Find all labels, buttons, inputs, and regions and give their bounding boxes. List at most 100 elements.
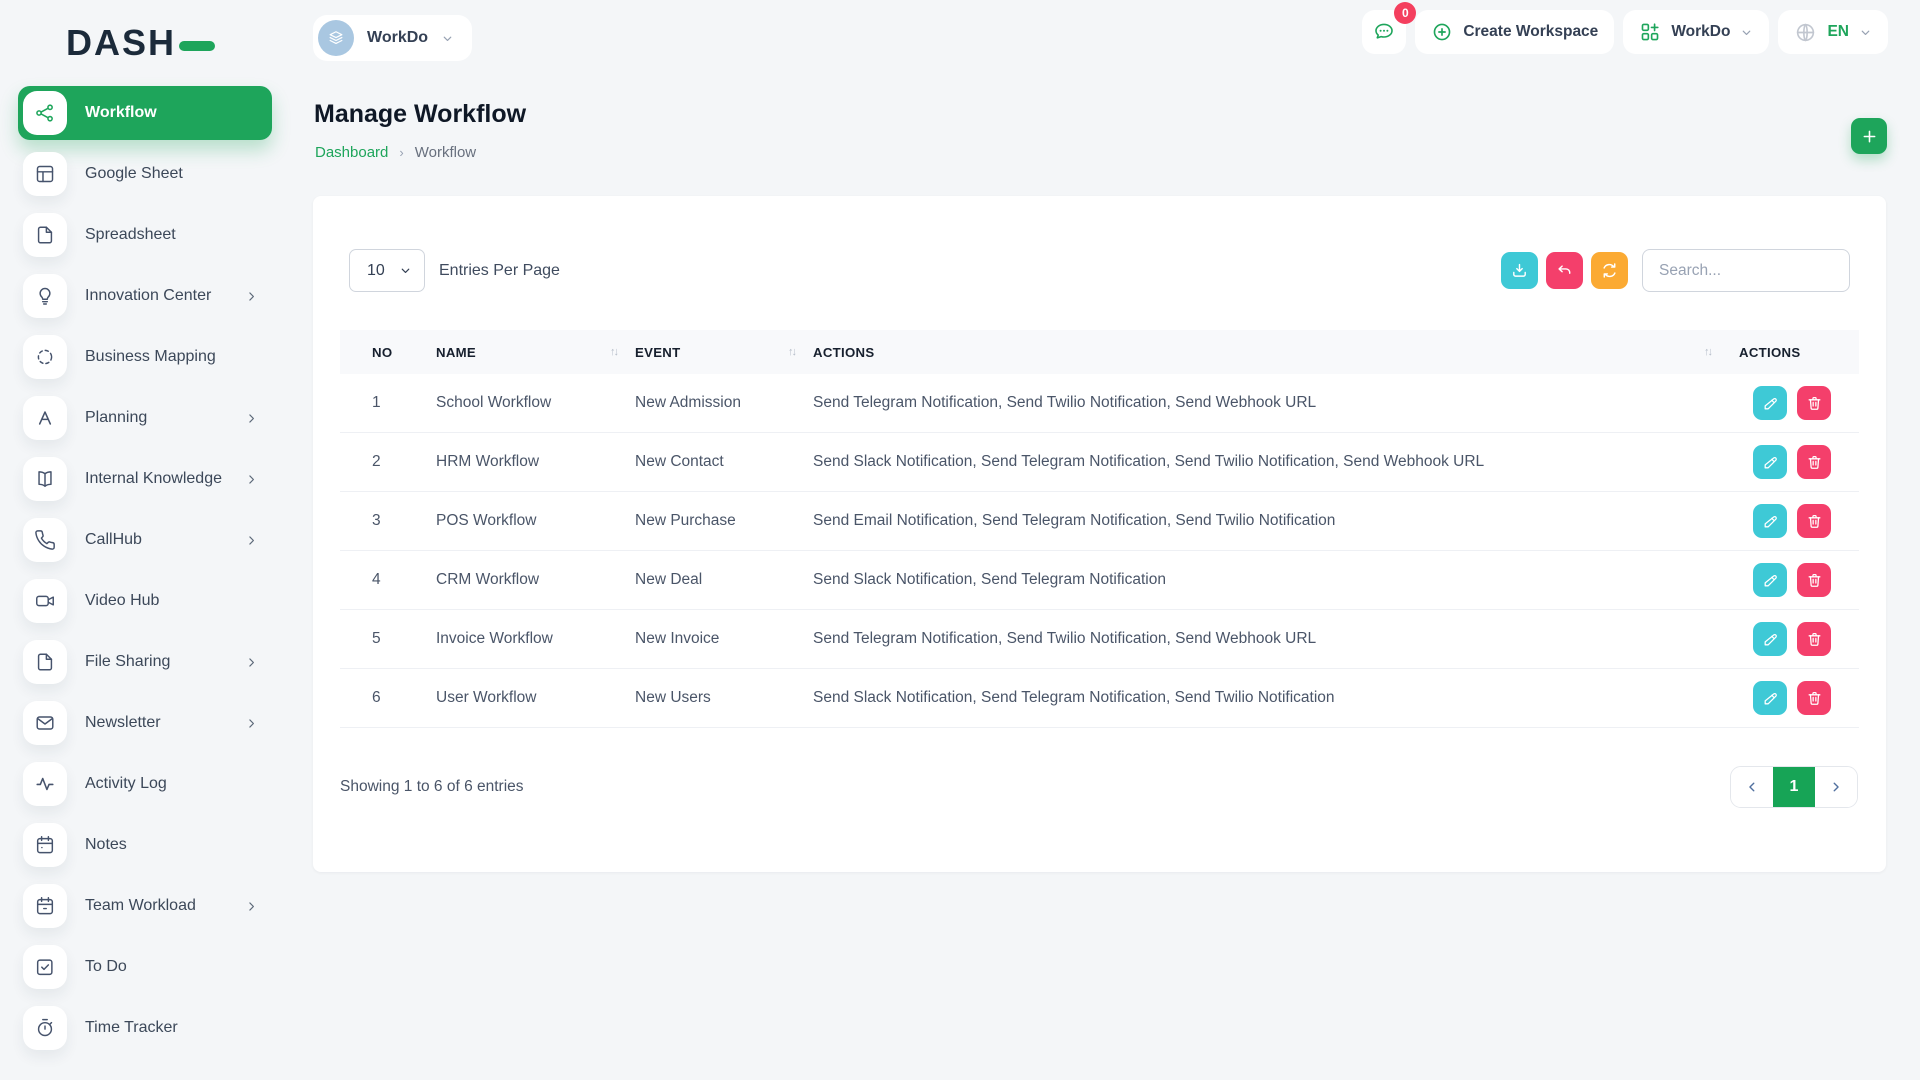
workspace-switcher-label: WorkDo <box>1671 23 1730 41</box>
language-selector[interactable]: EN <box>1778 10 1888 54</box>
chevron-right-icon <box>245 473 258 486</box>
entries-per-page-value: 10 <box>367 262 385 280</box>
chevron-right-icon <box>245 290 258 303</box>
logo-dash-icon <box>179 41 215 51</box>
activity-log-icon <box>23 762 67 806</box>
workflow-table: NO NAME↑↓ EVENT↑↓ ACTIONS↑↓ ACTIONS 1 Sc… <box>340 330 1859 728</box>
sidebar-item-activity-log[interactable]: Activity Log <box>18 757 272 811</box>
internal-knowledge-icon <box>23 457 67 501</box>
edit-button[interactable] <box>1753 563 1787 597</box>
edit-button[interactable] <box>1753 445 1787 479</box>
delete-button[interactable] <box>1797 504 1831 538</box>
search-input[interactable] <box>1642 249 1850 292</box>
sidebar-item-spreadsheet[interactable]: Spreadsheet <box>18 208 272 262</box>
innovation-center-icon <box>23 274 67 318</box>
header-actions: 0 Create Workspace WorkDo EN <box>1362 10 1888 54</box>
export-button[interactable] <box>1501 252 1538 289</box>
pagination-current-page[interactable]: 1 <box>1773 767 1815 807</box>
undo-icon <box>1555 261 1574 280</box>
cell-event: New Admission <box>635 394 813 412</box>
table-row: 5 Invoice Workflow New Invoice Send Tele… <box>340 610 1859 669</box>
trash-icon <box>1806 454 1823 471</box>
cell-event: New Purchase <box>635 512 813 530</box>
pagination-next-button[interactable] <box>1815 767 1857 807</box>
sidebar-item-google-sheet[interactable]: Google Sheet <box>18 147 272 201</box>
download-icon <box>1510 261 1529 280</box>
app-logo[interactable]: DASH <box>66 22 215 64</box>
notes-icon <box>23 823 67 867</box>
circle-plus-icon <box>1431 21 1453 43</box>
table-row: 6 User Workflow New Users Send Slack Not… <box>340 669 1859 728</box>
breadcrumb-current: Workflow <box>415 144 476 161</box>
file-sharing-icon <box>23 640 67 684</box>
sidebar-item-business-mapping[interactable]: Business Mapping <box>18 330 272 384</box>
cell-name: CRM Workflow <box>436 571 635 589</box>
delete-button[interactable] <box>1797 681 1831 715</box>
delete-button[interactable] <box>1797 445 1831 479</box>
building-icon <box>318 20 354 56</box>
video-hub-icon <box>23 579 67 623</box>
cell-no: 4 <box>340 571 436 589</box>
pencil-icon <box>1762 572 1779 589</box>
sidebar-item-internal-knowledge[interactable]: Internal Knowledge <box>18 452 272 506</box>
workspace-pill[interactable]: WorkDo <box>313 15 472 61</box>
cell-actions: Send Telegram Notification, Send Twilio … <box>813 630 1739 648</box>
team-workload-icon <box>23 884 67 928</box>
sidebar-item-label: Video Hub <box>85 592 159 610</box>
spreadsheet-icon <box>23 213 67 257</box>
sidebar-item-file-sharing[interactable]: File Sharing <box>18 635 272 689</box>
sidebar-item-notes[interactable]: Notes <box>18 818 272 872</box>
edit-button[interactable] <box>1753 504 1787 538</box>
edit-button[interactable] <box>1753 622 1787 656</box>
sidebar-item-label: Business Mapping <box>85 348 216 366</box>
breadcrumb-dashboard-link[interactable]: Dashboard <box>315 144 388 161</box>
showing-entries-text: Showing 1 to 6 of 6 entries <box>340 778 524 796</box>
sidebar-item-planning[interactable]: Planning <box>18 391 272 445</box>
pencil-icon <box>1762 513 1779 530</box>
sidebar-item-callhub[interactable]: CallHub <box>18 513 272 567</box>
messages-badge: 0 <box>1394 2 1416 24</box>
cell-event: New Invoice <box>635 630 813 648</box>
reset-button[interactable] <box>1546 252 1583 289</box>
column-header-no: NO <box>340 345 436 360</box>
create-workspace-button[interactable]: Create Workspace <box>1415 10 1614 54</box>
refresh-icon <box>1600 261 1619 280</box>
trash-icon <box>1806 572 1823 589</box>
sort-icon[interactable]: ↑↓ <box>1704 346 1711 358</box>
cell-no: 5 <box>340 630 436 648</box>
trash-icon <box>1806 690 1823 707</box>
delete-button[interactable] <box>1797 386 1831 420</box>
sidebar-item-time-tracker[interactable]: Time Tracker <box>18 1001 272 1055</box>
entries-per-page-select[interactable]: 10 <box>349 249 425 292</box>
edit-button[interactable] <box>1753 386 1787 420</box>
sidebar-item-workflow[interactable]: Workflow <box>18 86 272 140</box>
entries-per-page-label: Entries Per Page <box>439 262 560 280</box>
add-workflow-button[interactable] <box>1851 118 1887 154</box>
sidebar-item-team-workload[interactable]: Team Workload <box>18 879 272 933</box>
chat-icon <box>1372 20 1396 44</box>
sidebar-item-to-do[interactable]: To Do <box>18 940 272 994</box>
sidebar-item-label: Internal Knowledge <box>85 470 222 488</box>
cell-name: HRM Workflow <box>436 453 635 471</box>
sidebar-item-newsletter[interactable]: Newsletter <box>18 696 272 750</box>
sidebar-item-video-hub[interactable]: Video Hub <box>18 574 272 628</box>
workspace-switcher[interactable]: WorkDo <box>1623 10 1769 54</box>
to-do-icon <box>23 945 67 989</box>
messages-button[interactable]: 0 <box>1362 10 1406 54</box>
chevron-right-icon <box>245 412 258 425</box>
sidebar-item-innovation-center[interactable]: Innovation Center <box>18 269 272 323</box>
cell-no: 6 <box>340 689 436 707</box>
logo-text: DASH <box>66 22 176 64</box>
delete-button[interactable] <box>1797 563 1831 597</box>
cell-name: School Workflow <box>436 394 635 412</box>
column-header-event: EVENT↑↓ <box>635 345 813 360</box>
sort-icon[interactable]: ↑↓ <box>610 346 617 358</box>
delete-button[interactable] <box>1797 622 1831 656</box>
sidebar-item-label: Planning <box>85 409 147 427</box>
pagination-prev-button[interactable] <box>1731 767 1773 807</box>
edit-button[interactable] <box>1753 681 1787 715</box>
pagination: 1 <box>1730 766 1858 808</box>
sort-icon[interactable]: ↑↓ <box>788 346 795 358</box>
sidebar-item-label: Workflow <box>85 104 157 122</box>
refresh-button[interactable] <box>1591 252 1628 289</box>
